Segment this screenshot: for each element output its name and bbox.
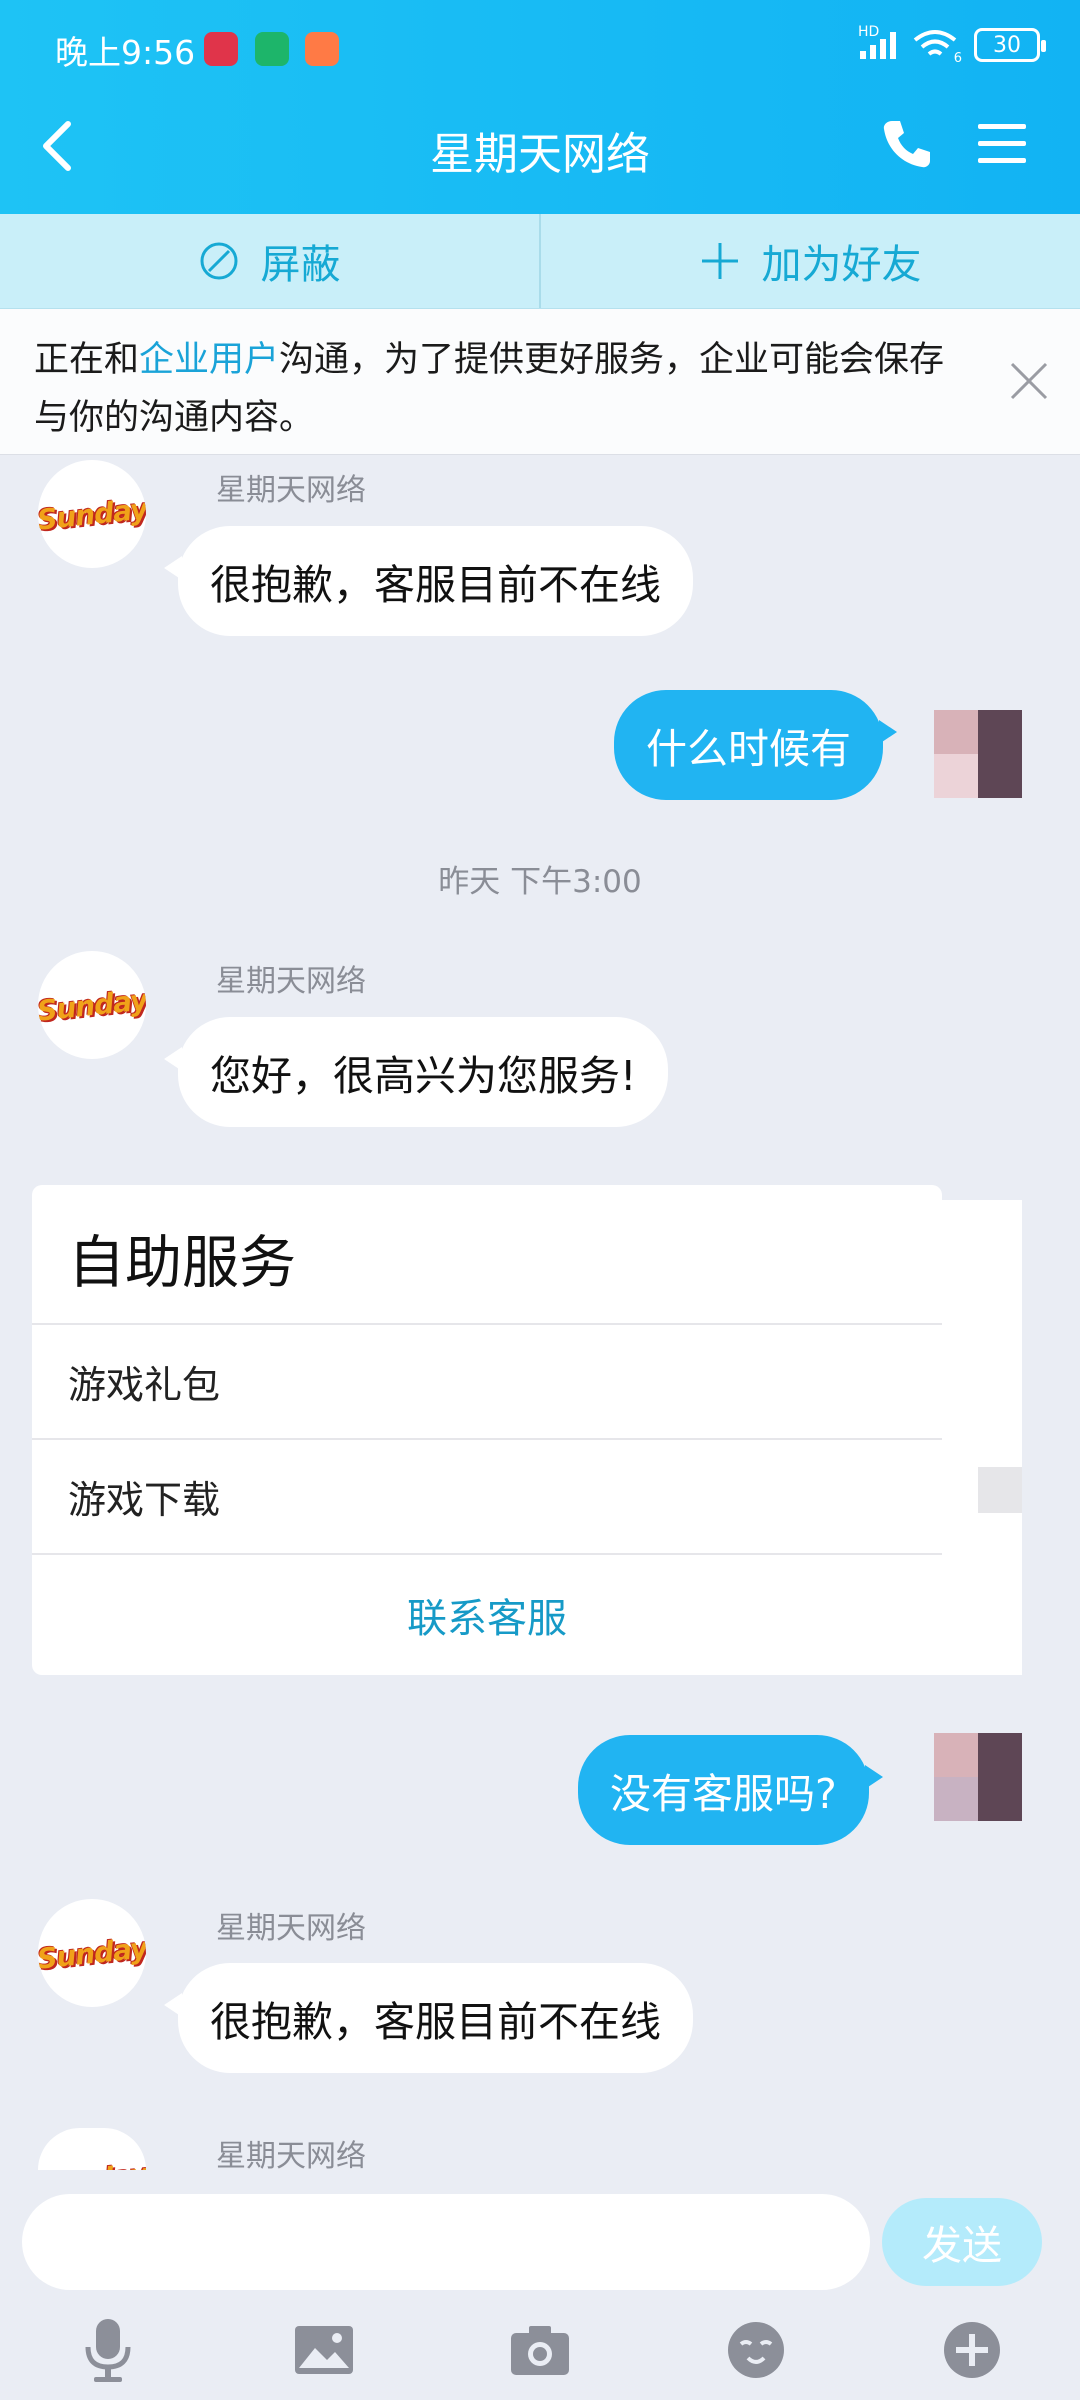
image-icon [295, 2326, 353, 2374]
wifi-icon: 6 [912, 28, 962, 66]
sunday-logo: Sunday [38, 982, 146, 1028]
emoji-icon [728, 2322, 784, 2378]
sender-name: 星期天网络 [216, 1911, 366, 1946]
plus-circle-icon [944, 2322, 1000, 2378]
outgoing-message-bubble[interactable]: 没有客服吗? [578, 1735, 883, 1845]
image-button[interactable] [289, 2315, 359, 2385]
block-button[interactable]: 屏蔽 [0, 214, 539, 308]
notice-text: 正在和企业用户沟通，为了提供更好服务，企业可能会保存与你的沟通内容。 [34, 331, 974, 447]
outgoing-message-bubble[interactable]: 什么时候有 [614, 690, 897, 800]
message-timestamp: 昨天 下午3:00 [438, 864, 642, 900]
plus-icon [701, 243, 738, 279]
sender-avatar[interactable]: Sunday [38, 951, 146, 1059]
status-indicators: HD 6 30 [858, 24, 1046, 66]
card-title: 自助服务 [68, 1230, 296, 1296]
close-icon [1010, 362, 1048, 400]
self-service-panel: 自助服务 游戏礼包 游戏下载 联系客服 [32, 1185, 942, 1675]
service-option-game-download[interactable]: 游戏下载 [32, 1438, 942, 1553]
sunday-logo: Sunday [38, 491, 146, 537]
call-button[interactable] [880, 117, 934, 171]
contact-support-link[interactable]: 联系客服 [32, 1553, 942, 1675]
header: 晚上9:56 HD 6 30 星期天网络 [0, 0, 1080, 214]
battery-level: 30 [993, 32, 1021, 58]
camera-icon [511, 2326, 569, 2375]
sender-avatar[interactable]: Sunday [38, 2128, 146, 2170]
service-option-game-gift[interactable]: 游戏礼包 [32, 1323, 942, 1438]
incoming-message-bubble[interactable]: 很抱歉，客服目前不在线 [164, 1963, 693, 2073]
battery-icon: 30 [974, 28, 1046, 62]
signal-icon: HD [858, 24, 896, 59]
user-avatar[interactable] [934, 710, 1022, 798]
user-avatar[interactable] [934, 1733, 1022, 1821]
sender-avatar[interactable]: Sunday [38, 460, 146, 568]
emoji-button[interactable] [721, 2315, 791, 2385]
sunday-logo: Sunday [38, 1930, 146, 1976]
more-button[interactable] [937, 2315, 1007, 2385]
add-friend-label: 加为好友 [761, 242, 922, 288]
block-icon [200, 242, 237, 280]
sender-name: 星期天网络 [216, 964, 366, 999]
contact-action-bar: 屏蔽 加为好友 [0, 214, 1080, 309]
sender-name: 星期天网络 [216, 473, 366, 508]
send-button[interactable]: 发送 [882, 2198, 1042, 2286]
hamburger-menu-icon [978, 124, 1026, 163]
close-notice-button[interactable] [1004, 356, 1054, 406]
wifi-badge: 6 [953, 51, 962, 66]
network-type-label: HD [858, 23, 880, 40]
block-label: 屏蔽 [260, 242, 341, 288]
card-side-block [978, 1467, 1022, 1513]
camera-button[interactable] [505, 2315, 575, 2385]
phone-icon [883, 121, 930, 168]
message-input[interactable] [22, 2194, 870, 2290]
microphone-icon [85, 2319, 131, 2382]
add-friend-button[interactable]: 加为好友 [541, 214, 1080, 308]
enterprise-notice: 正在和企业用户沟通，为了提供更好服务，企业可能会保存与你的沟通内容。 [0, 309, 1080, 455]
news-app-icon [204, 32, 238, 66]
status-bar: 晚上9:56 HD 6 30 [0, 0, 1080, 100]
status-time: 晚上9:56 [55, 33, 196, 72]
incoming-message-bubble[interactable]: 您好，很高兴为您服务! [163, 1017, 669, 1127]
shopping-app-icon [305, 32, 339, 66]
sender-name: 星期天网络 [216, 2139, 366, 2174]
incoming-message-bubble[interactable]: 很抱歉，客服目前不在线 [164, 526, 693, 636]
self-service-card: 自助服务 游戏礼包 游戏下载 联系客服 [32, 1185, 1022, 1675]
voice-button[interactable] [73, 2315, 143, 2385]
notice-prefix: 正在和 [34, 340, 140, 380]
menu-button[interactable] [976, 120, 1028, 168]
sunday-logo: Sunday [38, 2157, 146, 2170]
security-app-icon [255, 32, 289, 66]
enterprise-user-link[interactable]: 企业用户 [139, 340, 279, 380]
sender-avatar[interactable]: Sunday [38, 1899, 146, 2007]
